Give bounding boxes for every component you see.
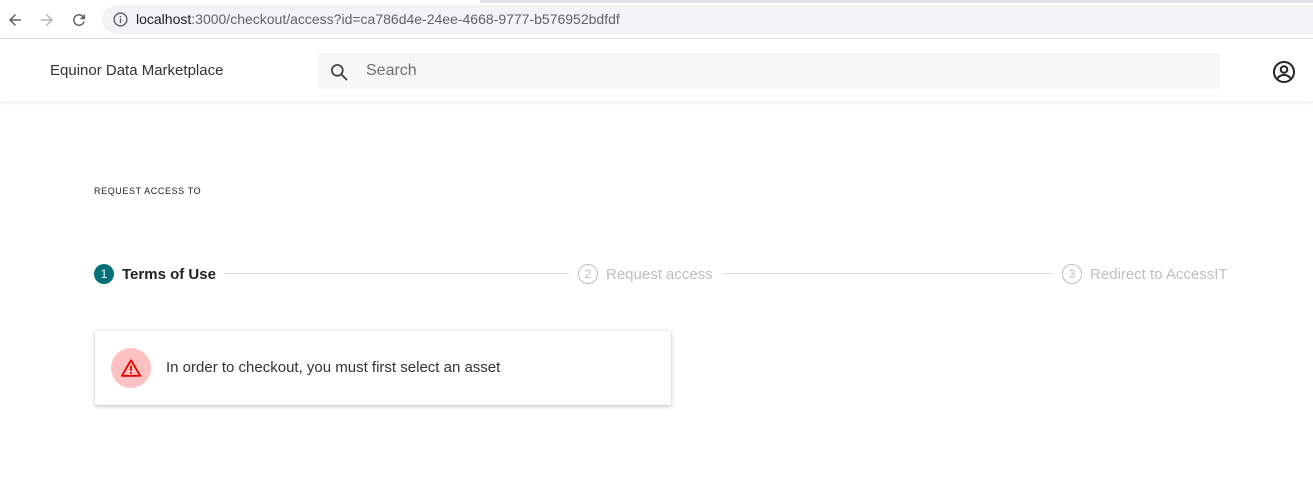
url-path: :3000/checkout/access?id=ca786d4e-24ee-4… [191, 11, 620, 27]
step-redirect-accessit[interactable]: 3 Redirect to AccessIT [1062, 262, 1228, 286]
browser-toolbar: localhost:3000/checkout/access?id=ca786d… [0, 0, 1313, 39]
brand-title[interactable]: Equinor Data Marketplace [50, 62, 223, 79]
alert-message: In order to checkout, you must first sel… [166, 359, 501, 376]
step-label: Terms of Use [122, 265, 216, 283]
search-box[interactable] [318, 53, 1220, 89]
back-button[interactable] [3, 8, 27, 32]
arrow-right-icon [41, 14, 53, 26]
arrow-left-icon [9, 14, 21, 26]
step-terms-of-use[interactable]: 1 Terms of Use [94, 262, 216, 286]
step-number: 2 [578, 264, 598, 284]
account-circle-icon[interactable] [1272, 60, 1296, 84]
url-text[interactable]: localhost:3000/checkout/access?id=ca786d… [136, 11, 620, 27]
step-label: Request access [606, 265, 713, 283]
step-connector [224, 273, 569, 274]
step-number: 1 [94, 264, 114, 284]
address-bar[interactable]: localhost:3000/checkout/access?id=ca786d… [102, 5, 1313, 34]
warning-icon [120, 359, 142, 377]
tab-strip [0, 0, 1313, 3]
search-input[interactable] [366, 53, 1206, 89]
checkout-stepper: 1 Terms of Use 2 Request access 3 Redire… [94, 262, 1234, 286]
forward-button[interactable] [35, 8, 59, 32]
reload-icon [73, 14, 85, 26]
step-number: 3 [1062, 264, 1082, 284]
step-request-access[interactable]: 2 Request access [578, 262, 713, 286]
alert-card: In order to checkout, you must first sel… [95, 331, 671, 405]
section-label: REQUEST ACCESS TO [94, 186, 202, 196]
step-connector [722, 273, 1053, 274]
search-icon [331, 64, 348, 81]
info-icon[interactable] [112, 11, 129, 28]
alert-icon-wrap [111, 348, 151, 388]
url-host: localhost [136, 11, 192, 27]
reload-button[interactable] [67, 8, 91, 32]
step-label: Redirect to AccessIT [1090, 265, 1228, 283]
app-header: Equinor Data Marketplace [0, 40, 1313, 102]
